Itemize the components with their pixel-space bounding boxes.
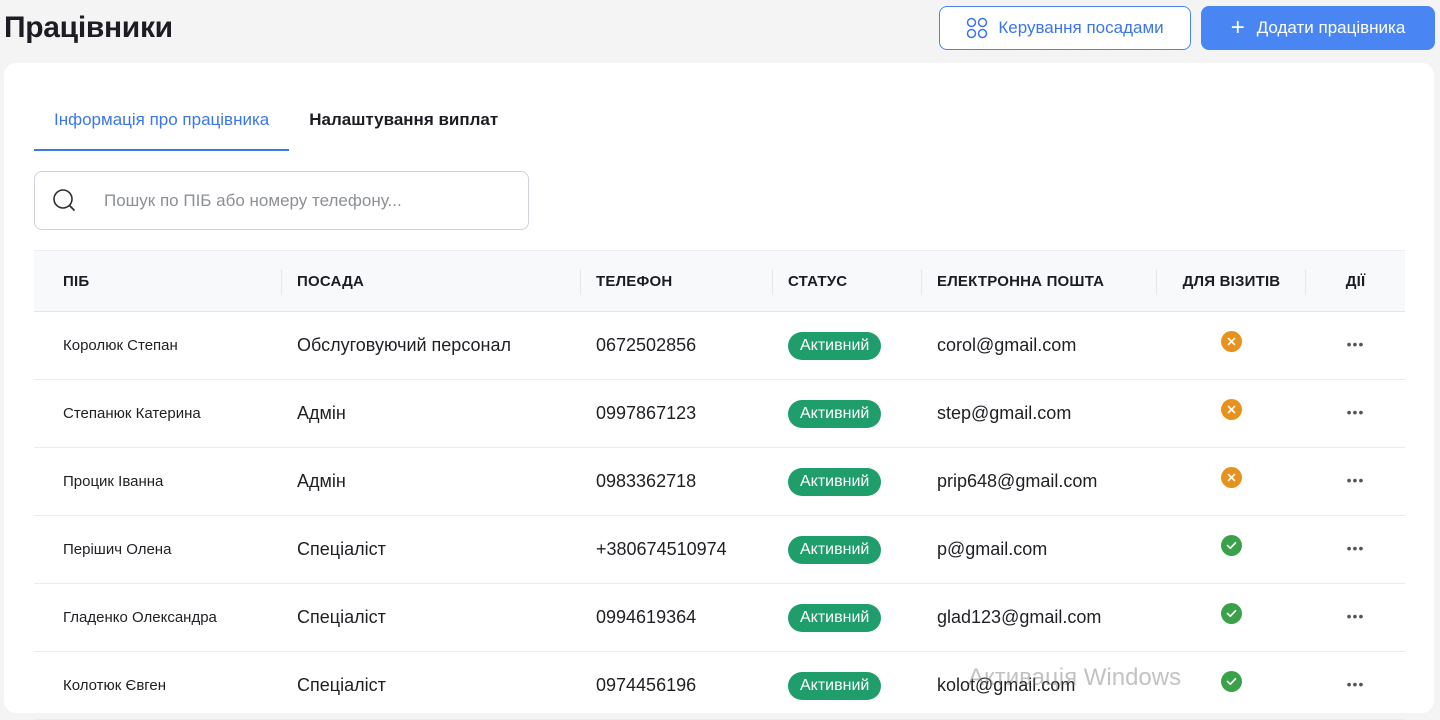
for-visits-cell — [1157, 584, 1306, 651]
for-visits-cell — [1157, 448, 1306, 515]
employee-phone: 0997867123 — [596, 403, 697, 423]
status-badge: Активний — [788, 467, 882, 496]
search-input[interactable] — [104, 190, 504, 211]
status-badge: Активний — [788, 671, 882, 700]
employee-phone: 0974456196 — [596, 675, 697, 695]
table-header: ПІБ ПОСАДА ТЕЛЕФОН СТАТУС ЕЛЕКТРОННА ПОШ… — [34, 250, 1405, 312]
grid-circles-icon — [967, 17, 988, 39]
more-dots-icon[interactable]: ••• — [1347, 540, 1365, 556]
column-header-status: СТАТУС — [773, 251, 922, 311]
more-dots-icon[interactable]: ••• — [1347, 336, 1365, 352]
actions-cell: ••• — [1306, 448, 1405, 515]
search-icon — [53, 188, 75, 211]
add-employee-label: Додати працівника — [1256, 18, 1406, 37]
manage-positions-button[interactable]: Керування посадами — [939, 6, 1191, 50]
actions-cell: ••• — [1306, 652, 1405, 719]
check-circle-icon — [1221, 535, 1242, 556]
table-row[interactable]: Процик Іванна Адмін 0983362718 Активний … — [34, 448, 1405, 516]
more-dots-icon[interactable]: ••• — [1347, 676, 1365, 692]
employee-position: Спеціаліст — [297, 607, 386, 627]
employee-email: prip648@gmail.com — [937, 471, 1098, 491]
employees-table: ПІБ ПОСАДА ТЕЛЕФОН СТАТУС ЕЛЕКТРОННА ПОШ… — [34, 250, 1405, 720]
employee-name: Степанюк Катерина — [63, 405, 201, 422]
page-header: Працівники Керування посадами + Додати п… — [0, 0, 1440, 60]
employee-position: Спеціаліст — [297, 675, 386, 695]
table-row[interactable]: Королюк Степан Обслуговуючий персонал 06… — [34, 312, 1405, 380]
employee-name: Колотюк Євген — [63, 677, 167, 694]
employee-phone: 0994619364 — [596, 607, 697, 627]
column-header-phone: ТЕЛЕФОН — [581, 251, 773, 311]
column-header-email: ЕЛЕКТРОННА ПОШТА — [922, 251, 1157, 311]
status-badge: Активний — [788, 603, 882, 632]
employee-name: Процик Іванна — [63, 473, 164, 490]
table-row[interactable]: Гладенко Олександра Спеціаліст 099461936… — [34, 584, 1405, 652]
status-cell: Активний — [773, 312, 922, 379]
column-header-for-visits: ДЛЯ ВІЗИТІВ — [1157, 251, 1306, 311]
actions-cell: ••• — [1306, 312, 1405, 379]
employee-email: corol@gmail.com — [937, 335, 1077, 355]
column-header-actions: ДІЇ — [1345, 272, 1366, 290]
employee-phone: 0672502856 — [596, 335, 697, 355]
x-circle-icon — [1221, 399, 1242, 420]
check-circle-icon — [1221, 603, 1242, 624]
status-cell: Активний — [773, 584, 922, 651]
status-badge: Активний — [788, 331, 882, 360]
check-circle-icon — [1221, 671, 1242, 692]
employee-email: step@gmail.com — [937, 403, 1072, 423]
x-circle-icon — [1221, 331, 1242, 352]
table-row[interactable]: Колотюк Євген Спеціаліст 0974456196 Акти… — [34, 652, 1405, 720]
table-row[interactable]: Степанюк Катерина Адмін 0997867123 Актив… — [34, 380, 1405, 448]
employee-phone: 0983362718 — [596, 471, 697, 491]
for-visits-cell — [1157, 516, 1306, 583]
actions-cell: ••• — [1306, 380, 1405, 447]
employee-position: Обслуговуючий персонал — [297, 335, 511, 355]
for-visits-cell — [1157, 380, 1306, 447]
tab-bar: Інформація про працівника Налаштування в… — [34, 109, 518, 151]
status-cell: Активний — [773, 448, 922, 515]
for-visits-cell — [1157, 312, 1306, 379]
more-dots-icon[interactable]: ••• — [1347, 472, 1365, 488]
page-title: Працівники — [4, 11, 173, 44]
status-cell: Активний — [773, 516, 922, 583]
x-circle-icon — [1221, 467, 1242, 488]
employee-name: Перішич Олена — [63, 541, 172, 558]
employee-email: glad123@gmail.com — [937, 607, 1102, 627]
add-employee-button[interactable]: + Додати працівника — [1201, 6, 1435, 50]
actions-cell: ••• — [1306, 584, 1405, 651]
tab-payment-settings[interactable]: Налаштування виплат — [289, 109, 518, 151]
search-box — [34, 171, 529, 230]
status-badge: Активний — [788, 399, 882, 428]
plus-icon: + — [1230, 14, 1245, 41]
more-dots-icon[interactable]: ••• — [1347, 404, 1365, 420]
employee-email: p@gmail.com — [937, 539, 1048, 559]
status-cell: Активний — [773, 652, 922, 719]
status-badge: Активний — [788, 535, 882, 564]
tab-employee-info[interactable]: Інформація про працівника — [34, 109, 290, 151]
employee-phone: +380674510974 — [596, 539, 727, 559]
employee-position: Спеціаліст — [297, 539, 386, 559]
actions-cell: ••• — [1306, 516, 1405, 583]
employees-card: Інформація про працівника Налаштування в… — [4, 63, 1434, 720]
column-header-position: ПОСАДА — [282, 251, 581, 311]
windows-activation-watermark: Активація Windows — [968, 664, 1182, 691]
more-dots-icon[interactable]: ••• — [1347, 608, 1365, 624]
table-row[interactable]: Перішич Олена Спеціаліст +380674510974 А… — [34, 516, 1405, 584]
manage-positions-label: Керування посадами — [998, 18, 1164, 37]
employee-position: Адмін — [297, 471, 346, 491]
employee-position: Адмін — [297, 403, 346, 423]
employee-name: Королюк Степан — [63, 337, 178, 354]
employee-name: Гладенко Олександра — [63, 609, 217, 626]
status-cell: Активний — [773, 380, 922, 447]
column-header-name: ПІБ — [34, 251, 282, 311]
